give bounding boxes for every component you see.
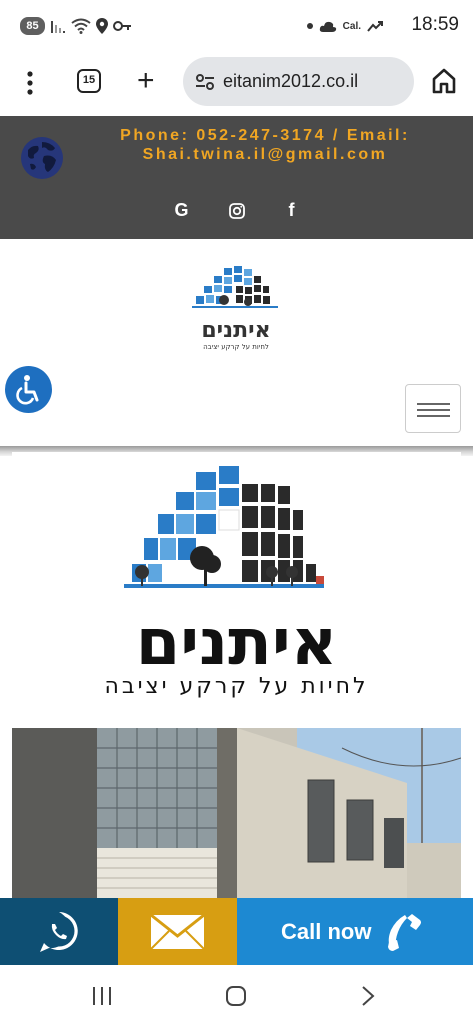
cta-bar: Call now [0, 898, 473, 965]
status-bar: 85 Cal. 18:59 [0, 0, 473, 52]
instagram-icon[interactable] [228, 202, 245, 219]
trend-icon [367, 21, 383, 32]
email-button[interactable] [118, 898, 237, 965]
dot-icon [306, 23, 313, 29]
phone-icon[interactable] [385, 912, 423, 952]
brand-logo-graphic [124, 466, 324, 588]
contact-bar: Phone: 052-247-3174 / Email: Shai.twina.… [0, 116, 473, 239]
browser-toolbar: 15 + eitanim2012.co.il [0, 52, 473, 116]
tabs-button[interactable]: 15 [77, 69, 101, 93]
call-now-label[interactable]: Call now [281, 919, 371, 945]
weather-icon [319, 21, 336, 32]
back-icon[interactable] [360, 985, 376, 1007]
hamburger-line [417, 409, 450, 411]
hamburger-line [417, 415, 450, 417]
status-icons-right: Cal. [306, 16, 383, 36]
whatsapp-icon[interactable] [0, 898, 118, 965]
system-nav-bar [0, 965, 473, 1024]
logo-building-small [192, 266, 278, 308]
address-bar[interactable]: eitanim2012.co.il [183, 57, 414, 106]
brand-subtitle: לחיות על קרקע יציבה [104, 674, 369, 699]
home-nav-icon[interactable] [225, 985, 247, 1007]
url-text[interactable]: eitanim2012.co.il [223, 71, 358, 92]
screen: 85 Cal. 18:59 15 + eitanim2012.co.il Pho… [0, 0, 473, 1024]
site-logo[interactable]: איתנים לחיות על קרקע יציבה [188, 264, 284, 354]
status-icons-left [50, 16, 131, 36]
home-icon[interactable] [431, 67, 457, 95]
recent-apps-icon[interactable] [92, 986, 112, 1006]
contact-email[interactable]: Shai.twina.il@gmail.com [65, 145, 465, 164]
location-icon [96, 18, 108, 34]
facebook-icon[interactable]: f [283, 200, 301, 221]
social-links: G f [0, 200, 473, 221]
signal-icon [51, 21, 65, 33]
hamburger-menu-button[interactable] [405, 384, 461, 433]
accessibility-button[interactable] [5, 366, 52, 413]
mail-icon[interactable] [118, 898, 237, 965]
brand-title: איתנים [135, 606, 338, 680]
carrier-label: Cal. [342, 20, 361, 32]
call-now-button[interactable]: Call now [237, 898, 473, 965]
wifi-icon [71, 18, 91, 34]
logo-subtitle-small: לחיות על קרקע יציבה [203, 343, 269, 351]
logo-title-small: איתנים [201, 318, 270, 343]
hamburger-line [417, 403, 450, 405]
site-settings-icon[interactable] [195, 72, 215, 92]
contact-phone[interactable]: Phone: 052-247-3174 / Email: [65, 126, 465, 145]
logo-building-large [124, 466, 324, 588]
new-tab-button[interactable]: + [137, 66, 155, 96]
contact-info[interactable]: Phone: 052-247-3174 / Email: Shai.twina.… [65, 126, 465, 164]
battery-indicator: 85 [20, 17, 45, 35]
main-content: איתנים לחיות על קרקע יציבה [12, 452, 461, 898]
wheelchair-icon[interactable] [5, 366, 52, 413]
menu-dots-icon[interactable] [18, 68, 42, 98]
site-header: איתנים לחיות על קרקע יציבה [0, 239, 473, 446]
google-icon[interactable]: G [173, 200, 191, 221]
building-photo [12, 728, 461, 898]
whatsapp-button[interactable] [0, 898, 118, 965]
globe-icon [21, 137, 63, 179]
clock: 18:59 [411, 14, 459, 35]
key-icon [113, 21, 131, 31]
